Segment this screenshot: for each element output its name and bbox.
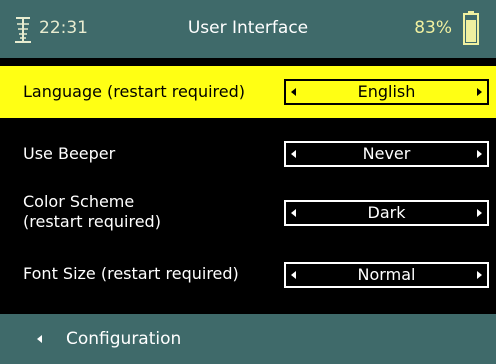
selector-value-language: English (357, 82, 416, 101)
setting-row-language[interactable]: Language (restart required) English (0, 66, 496, 118)
setting-label-use-beeper: Use Beeper (23, 144, 116, 163)
setting-row-use-beeper[interactable]: Use Beeper Never (0, 136, 496, 174)
battery-icon (463, 11, 479, 45)
chevron-left-icon[interactable] (37, 335, 42, 343)
setting-label-language: Language (restart required) (23, 82, 245, 101)
setting-row-font-size[interactable]: Font Size (restart required) Normal (0, 256, 496, 294)
setting-label-font-size: Font Size (restart required) (23, 264, 239, 283)
arrow-right-icon[interactable] (477, 150, 482, 158)
color-scheme-selector[interactable]: Dark (284, 200, 489, 226)
beeper-selector[interactable]: Never (284, 141, 489, 167)
selector-value-font-size: Normal (357, 265, 416, 284)
arrow-right-icon[interactable] (477, 209, 482, 217)
settings-list: Language (restart required) English Use … (0, 58, 496, 304)
device-screen: 22:31 User Interface 83% Language (resta… (0, 0, 496, 364)
selector-value-beeper: Never (362, 144, 411, 163)
setting-label-color-scheme-note: (restart required) (23, 212, 161, 231)
arrow-right-icon[interactable] (477, 271, 482, 279)
setting-label-color-scheme: Color Scheme (23, 192, 135, 211)
selector-value-color-scheme: Dark (367, 203, 406, 222)
status-bar: 22:31 User Interface 83% (0, 0, 496, 58)
back-label[interactable]: Configuration (66, 328, 181, 350)
language-selector[interactable]: English (284, 79, 489, 105)
battery-percent: 83% (414, 18, 452, 38)
font-size-selector[interactable]: Normal (284, 262, 489, 288)
arrow-right-icon[interactable] (477, 88, 482, 96)
back-navigation[interactable]: Configuration (0, 314, 496, 364)
setting-row-color-scheme[interactable]: Color Scheme (restart required) Dark (0, 188, 496, 236)
